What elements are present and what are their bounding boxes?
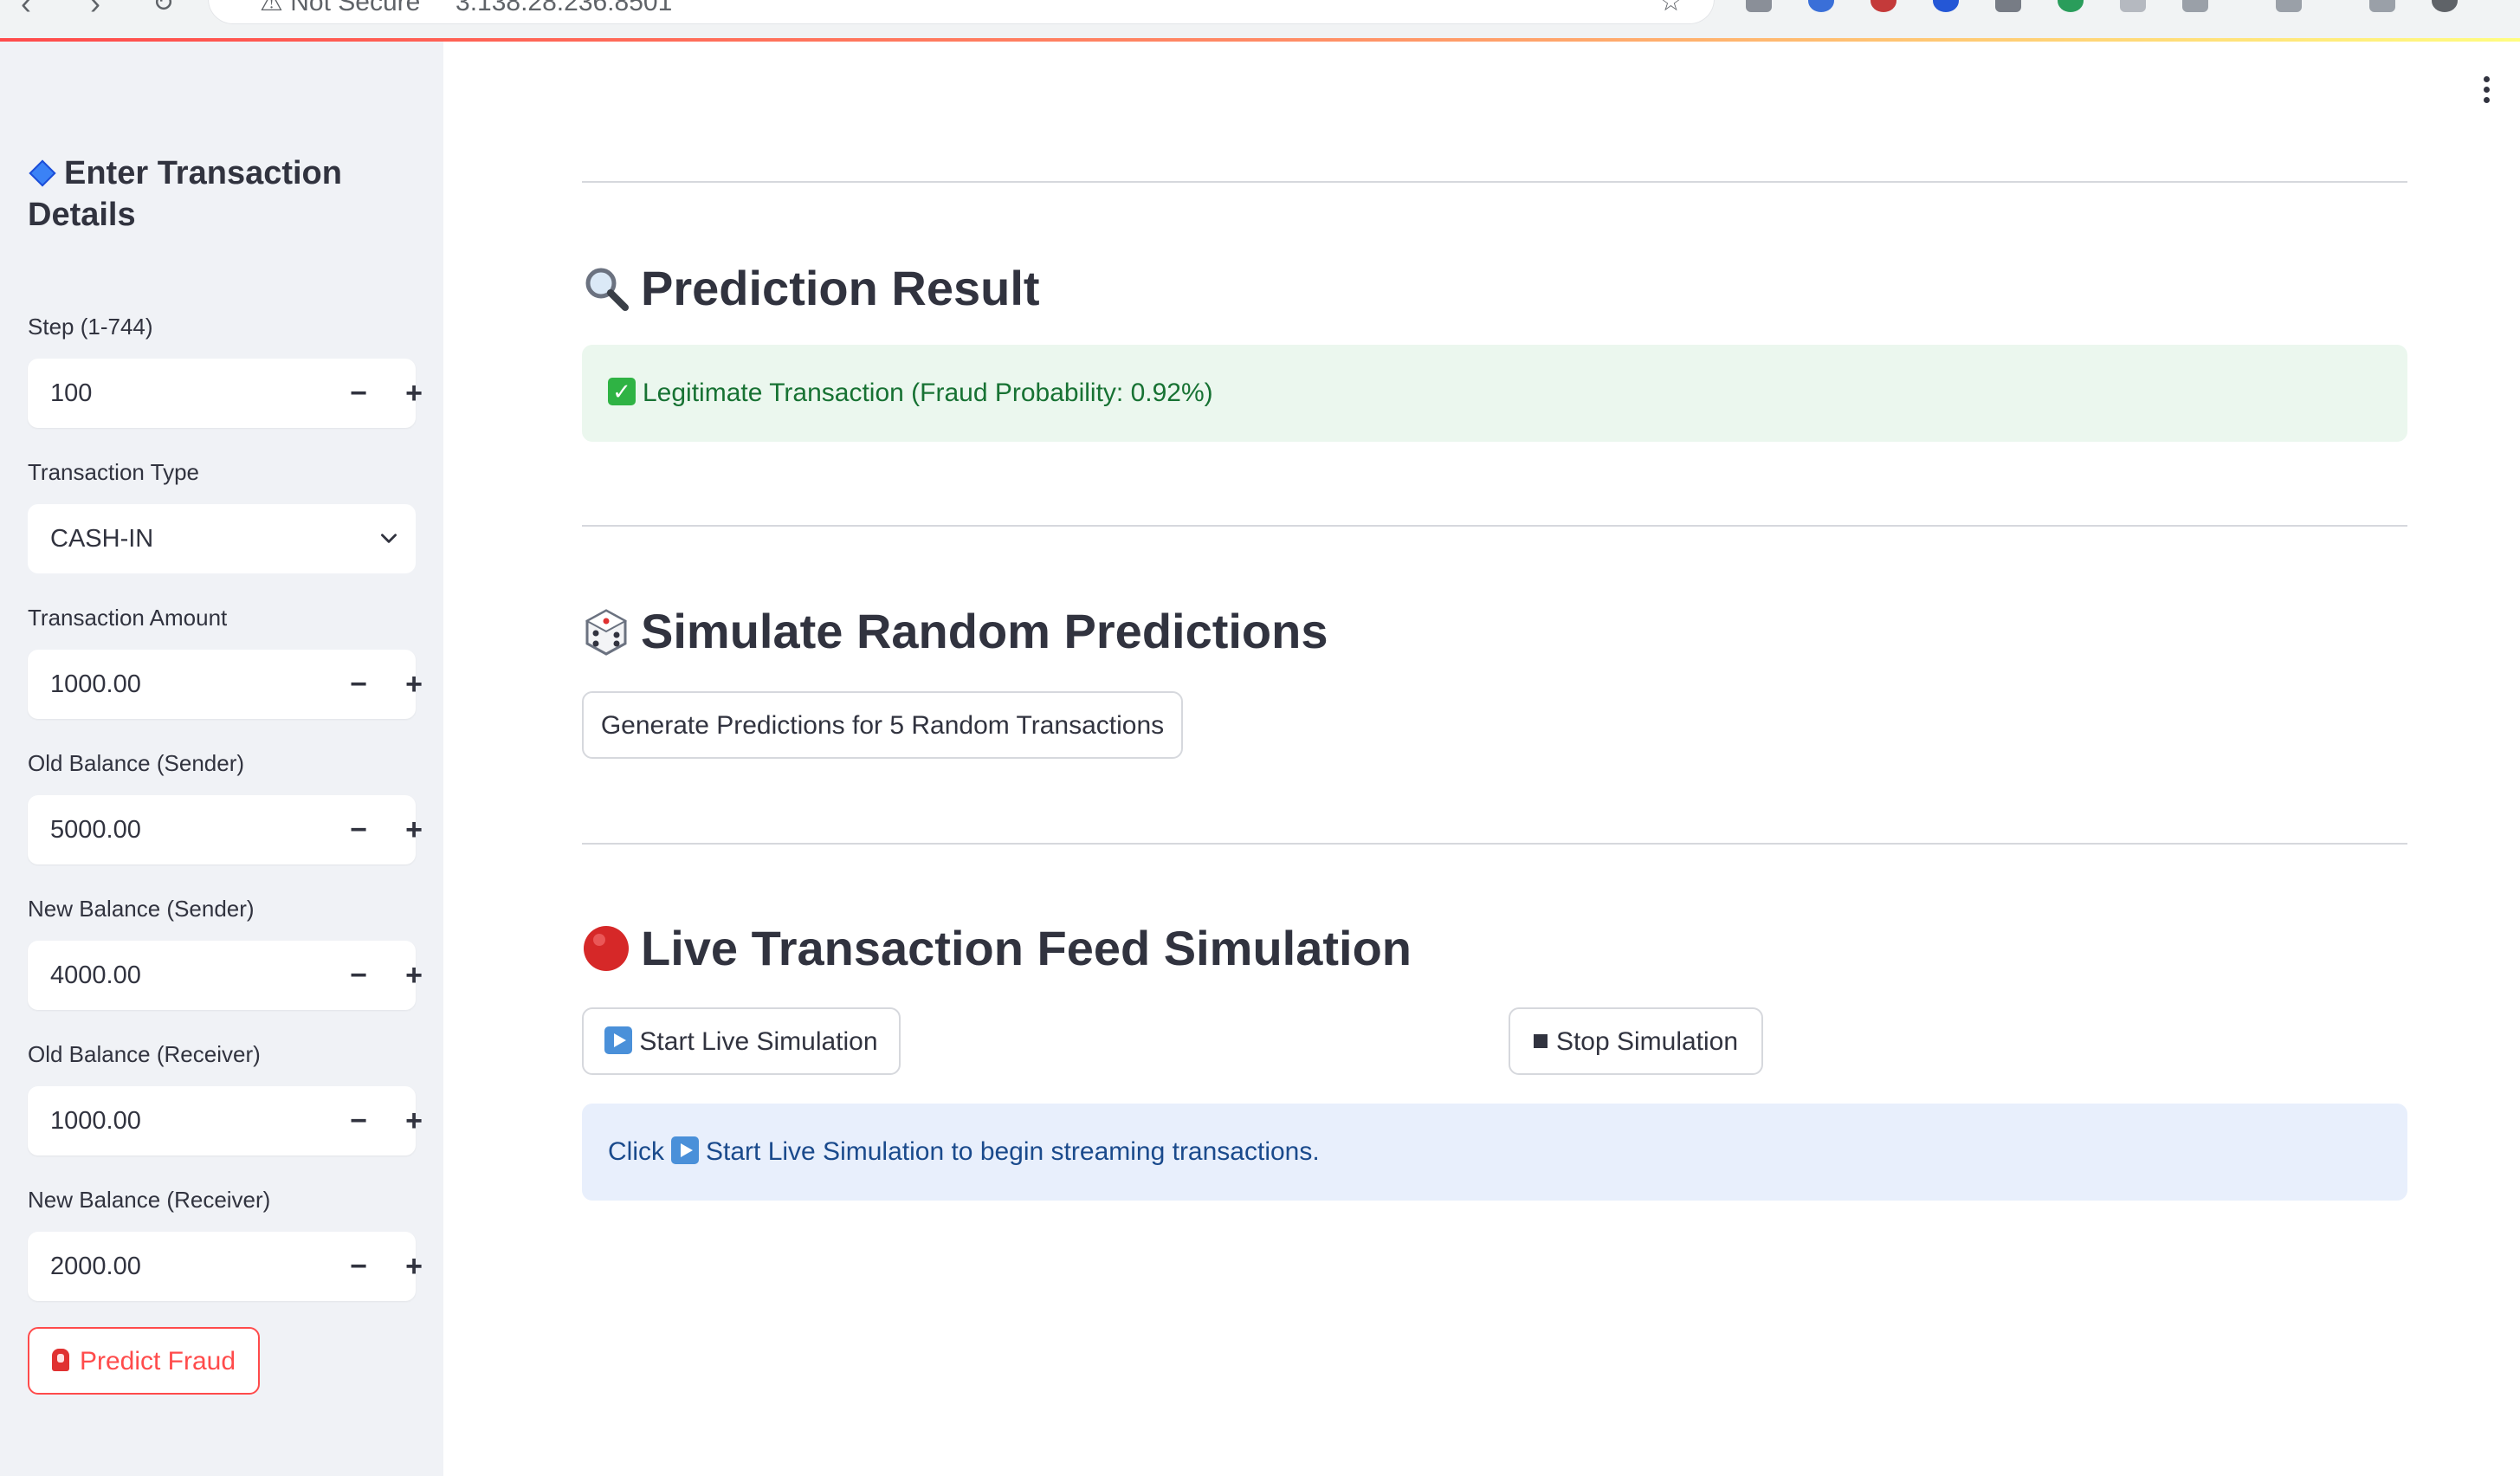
decrement-button[interactable]: − <box>331 941 386 1010</box>
input-value[interactable]: 1000.00 <box>50 650 141 719</box>
live-feed-title: Live Transaction Feed Simulation <box>582 918 1412 980</box>
simulate-predictions-title: Simulate Random Predictions <box>582 601 1328 663</box>
info-prefix-text: Click <box>608 1137 664 1166</box>
increment-button[interactable]: + <box>386 1232 442 1301</box>
amount-field: Transaction Amount 1000.00 − + <box>28 603 423 719</box>
divider <box>582 181 2407 183</box>
new-balance-sender-field: New Balance (Sender) 4000.00 − + <box>28 894 423 1010</box>
extension-icon[interactable] <box>1933 0 1959 12</box>
siren-icon <box>51 1349 69 1372</box>
field-label: Step (1-744) <box>28 314 153 340</box>
red-circle-icon <box>584 926 629 972</box>
reload-icon[interactable]: ↻ <box>152 0 174 19</box>
generate-predictions-button[interactable]: Generate Predictions for 5 Random Transa… <box>582 691 1183 759</box>
increment-button[interactable]: + <box>386 359 442 428</box>
input-value[interactable]: 100 <box>50 359 92 428</box>
forward-icon[interactable]: › <box>90 0 100 19</box>
increment-button[interactable]: + <box>386 650 442 719</box>
stop-simulation-button[interactable]: Stop Simulation <box>1509 1007 1763 1075</box>
input-value[interactable]: 2000.00 <box>50 1232 141 1301</box>
old-balance-sender-input[interactable]: 5000.00 − + <box>28 795 423 864</box>
profile-avatar[interactable] <box>2432 0 2458 12</box>
old-balance-receiver-field: Old Balance (Receiver) 1000.00 − + <box>28 1039 423 1156</box>
stop-icon <box>1533 1033 1548 1048</box>
stop-simulation-label: Stop Simulation <box>1555 1027 1739 1056</box>
extension-icon[interactable] <box>2182 0 2208 12</box>
prediction-result-text: Legitimate Transaction (Fraud Probabilit… <box>643 379 1213 407</box>
blue-diamond-icon <box>29 159 56 187</box>
amount-input[interactable]: 1000.00 − + <box>28 650 423 719</box>
prediction-success-alert: ✓ Legitimate Transaction (Fraud Probabili… <box>582 345 2407 442</box>
transaction-type-select[interactable]: CASH-IN <box>28 504 416 573</box>
start-live-simulation-button[interactable]: Start Live Simulation <box>582 1007 901 1075</box>
step-input[interactable]: 100 − + <box>28 359 423 428</box>
decrement-button[interactable]: − <box>331 795 386 864</box>
security-label: Not Secure <box>290 0 421 16</box>
decrement-button[interactable]: − <box>331 1086 386 1156</box>
selected-value: CASH-IN <box>50 525 154 553</box>
extension-icon[interactable] <box>2120 0 2146 12</box>
input-value[interactable]: 5000.00 <box>50 795 141 864</box>
extension-icon[interactable] <box>1746 0 1772 12</box>
address-text[interactable]: ⚠ Not Secure 3.138.28.236:8501 <box>260 0 672 16</box>
sidebar-title: Enter Transaction Details <box>28 152 391 236</box>
play-icon <box>671 1136 699 1165</box>
bookmark-star-icon[interactable]: ☆ <box>1659 0 1683 16</box>
field-label: Transaction Amount <box>28 605 228 631</box>
prediction-title-text: Prediction Result <box>641 261 1040 315</box>
download-icon[interactable] <box>2369 0 2395 12</box>
browser-toolbar: ‹ › ↻ ⚠ Not Secure 3.138.28.236:8501 ☆ <box>0 0 2520 38</box>
back-icon[interactable]: ‹ <box>21 0 31 19</box>
step-field: Step (1-744) 100 − + <box>28 312 423 428</box>
info-suffix-text: Start Live Simulation to begin streaming… <box>706 1137 1320 1166</box>
divider <box>582 525 2407 527</box>
dice-icon <box>585 609 628 656</box>
predict-fraud-button[interactable]: Predict Fraud <box>28 1327 260 1395</box>
sidebar-title-text: Enter Transaction Details <box>28 155 342 233</box>
extension-icon[interactable] <box>1871 0 1896 12</box>
extension-icon[interactable] <box>2276 0 2302 12</box>
start-live-label: Start Live Simulation <box>639 1027 878 1056</box>
new-balance-receiver-field: New Balance (Receiver) 2000.00 − + <box>28 1185 423 1301</box>
transaction-type-field: Transaction Type CASH-IN <box>28 457 416 573</box>
live-title-text: Live Transaction Feed Simulation <box>641 921 1412 975</box>
field-label: Old Balance (Receiver) <box>28 1041 261 1067</box>
input-value[interactable]: 4000.00 <box>50 941 141 1010</box>
field-label: Transaction Type <box>28 459 199 485</box>
new-balance-sender-input[interactable]: 4000.00 − + <box>28 941 423 1010</box>
decrement-button[interactable]: − <box>331 359 386 428</box>
predict-fraud-label: Predict Fraud <box>79 1347 236 1376</box>
divider <box>582 843 2407 845</box>
extension-icon[interactable] <box>1995 0 2021 12</box>
old-balance-receiver-input[interactable]: 1000.00 − + <box>28 1086 423 1156</box>
increment-button[interactable]: + <box>386 1086 442 1156</box>
play-icon <box>604 1026 633 1055</box>
decrement-button[interactable]: − <box>331 1232 386 1301</box>
chevron-down-icon[interactable] <box>378 527 400 549</box>
extension-icon[interactable] <box>2058 0 2084 12</box>
new-balance-receiver-input[interactable]: 2000.00 − + <box>28 1232 423 1301</box>
decrement-button[interactable]: − <box>331 650 386 719</box>
field-label: New Balance (Receiver) <box>28 1187 271 1213</box>
old-balance-sender-field: Old Balance (Sender) 5000.00 − + <box>28 748 423 864</box>
url-text: 3.138.28.236:8501 <box>456 0 673 16</box>
field-label: New Balance (Sender) <box>28 896 255 922</box>
main-menu-icon[interactable] <box>2484 76 2491 106</box>
magnifier-icon <box>585 268 629 312</box>
input-value[interactable]: 1000.00 <box>50 1086 141 1156</box>
prediction-result-title: Prediction Result <box>582 258 1040 320</box>
increment-button[interactable]: + <box>386 941 442 1010</box>
check-mark-icon: ✓ <box>608 378 636 406</box>
live-info-alert: Click Start Live Simulation to begin stre… <box>582 1104 2407 1201</box>
increment-button[interactable]: + <box>386 795 442 864</box>
extension-icon[interactable] <box>1808 0 1834 12</box>
warning-icon: ⚠ <box>260 0 283 16</box>
field-label: Old Balance (Sender) <box>28 750 245 776</box>
simulate-title-text: Simulate Random Predictions <box>641 604 1328 658</box>
